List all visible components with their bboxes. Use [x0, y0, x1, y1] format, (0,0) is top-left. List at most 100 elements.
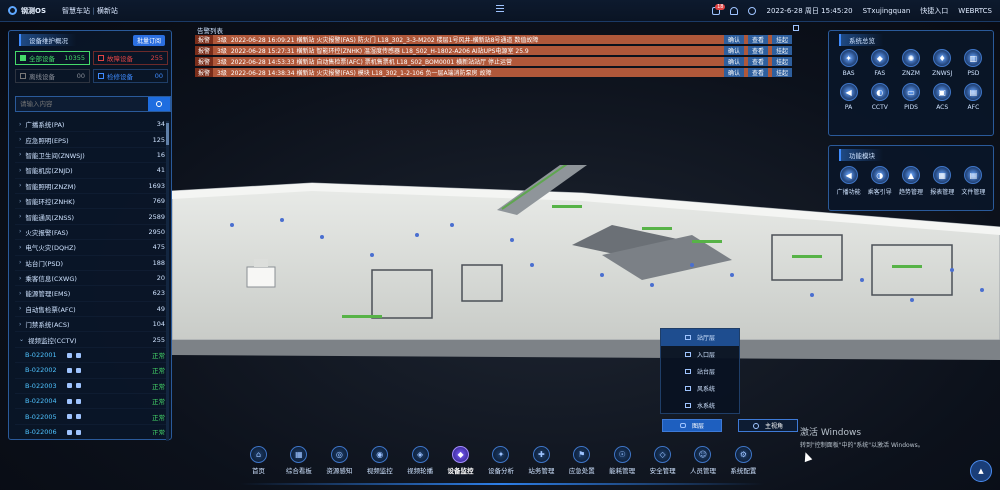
tree-category[interactable]: › 智能卫生间(ZNWSJ) 16 — [15, 148, 167, 164]
play-icon[interactable] — [75, 352, 81, 358]
chevron-right-icon[interactable]: › — [19, 305, 21, 312]
tile-guide[interactable]: ◑ 乘客引导 — [864, 166, 895, 196]
bell-icon[interactable] — [730, 7, 739, 15]
stat-all-devices[interactable]: 全部设备 10355 — [15, 51, 90, 65]
tree-category[interactable]: › 应急照明(EPS) 125 — [15, 132, 167, 148]
chevron-right-icon[interactable]: › — [19, 321, 21, 328]
chevron-right-icon[interactable]: › — [19, 228, 21, 235]
suspend-alarm-button[interactable]: 挂起 — [771, 35, 792, 44]
tile-trend[interactable]: ▲ 趋势管理 — [895, 166, 926, 196]
help-icon[interactable] — [748, 7, 757, 15]
checkbox-icon[interactable] — [98, 73, 104, 79]
suspend-alarm-button[interactable]: 挂起 — [771, 68, 792, 77]
alarm-row[interactable]: 报警 3级 2022-06-28 16:09:21 横新站 火灾报警(FAS) 防火… — [195, 35, 792, 44]
checkbox-icon[interactable] — [20, 73, 26, 79]
tree-device[interactable]: B-022003 正常 — [15, 379, 167, 395]
nav-item[interactable]: ◎ 资源感知 — [321, 446, 358, 484]
camera-icon[interactable] — [66, 429, 72, 435]
camera-icon[interactable] — [66, 383, 72, 389]
menu-grip-icon[interactable] — [496, 5, 504, 12]
chevron-down-icon[interactable]: ⌄ — [19, 336, 24, 343]
tile-lighting[interactable]: ✺ ZNZM — [895, 49, 926, 77]
tree-device[interactable]: B-022002 正常 — [15, 363, 167, 379]
view-alarm-button[interactable]: 查看 — [747, 57, 768, 66]
camera-icon[interactable] — [66, 398, 72, 404]
chevron-right-icon[interactable]: › — [19, 213, 21, 220]
tree-category[interactable]: › 火灾报警(FAS) 2950 — [15, 225, 167, 241]
layer-button[interactable]: 图层 — [662, 419, 722, 432]
tree-category[interactable]: › 电气火灾(DQHZ) 475 — [15, 240, 167, 256]
nav-item[interactable]: ☺ 人员管理 — [684, 446, 721, 484]
nav-item[interactable]: ◈ 视频轮播 — [402, 446, 439, 484]
view-alarm-button[interactable]: 查看 — [747, 35, 768, 44]
nav-item[interactable]: ☉ 能耗管理 — [604, 446, 641, 484]
play-icon[interactable] — [75, 414, 81, 420]
chevron-right-icon[interactable]: › — [19, 244, 21, 251]
tile-restroom[interactable]: ♦ ZNWSJ — [927, 49, 958, 77]
confirm-alarm-button[interactable]: 确认 — [723, 57, 744, 66]
alarm-row[interactable]: 报警 3级 2022-06-28 14:38:34 横新站 火灾报警(FAS) 模块… — [195, 68, 792, 77]
checkbox-icon[interactable] — [20, 55, 26, 61]
tile-platform-door[interactable]: ▥ PSD — [958, 49, 989, 77]
tree-category[interactable]: ⌄ 视频监控(CCTV) 255 — [15, 332, 167, 348]
tile-report[interactable]: ▦ 报表管理 — [927, 166, 958, 196]
tree-scrollbar[interactable] — [166, 121, 169, 441]
checkbox-icon[interactable] — [98, 55, 104, 61]
chevron-right-icon[interactable]: › — [19, 167, 21, 174]
alarm-row[interactable]: 报警 3级 2022-06-28 14:53:33 横新站 自动售检票(AFC) 票… — [195, 57, 792, 66]
tree-category[interactable]: › 智能通风(ZNSS) 2589 — [15, 209, 167, 225]
tree-device[interactable]: B-022001 正常 — [15, 348, 167, 364]
chevron-right-icon[interactable]: › — [19, 182, 21, 189]
tree-category[interactable]: › 广播系统(PA) 34 — [15, 117, 167, 133]
suspend-alarm-button[interactable]: 挂起 — [771, 57, 792, 66]
chevron-right-icon[interactable]: › — [19, 275, 21, 282]
tile-broadcast[interactable]: ◀ PA — [833, 83, 864, 111]
chevron-right-icon[interactable]: › — [19, 198, 21, 205]
camera-icon[interactable] — [66, 414, 72, 420]
tree-category[interactable]: › 自动售检票(AFC) 49 — [15, 302, 167, 318]
stat-faulty-devices[interactable]: 故障设备 255 — [93, 51, 168, 65]
stat-maintenance-devices[interactable]: 检修设备 00 — [93, 69, 168, 83]
message-icon[interactable]: 18 — [712, 4, 726, 15]
play-icon[interactable] — [75, 367, 81, 373]
tile-camera[interactable]: ◐ CCTV — [864, 83, 895, 111]
layer-option[interactable]: 站台层 — [661, 363, 739, 380]
tree-category[interactable]: › 能源管理(EMS) 623 — [15, 286, 167, 302]
layer-option[interactable]: 站厅层 — [661, 329, 739, 346]
alarm-row[interactable]: 报警 3级 2022-06-28 15:27:31 横新站 智能环控(ZNHK) 温… — [195, 46, 792, 55]
chevron-right-icon[interactable]: › — [19, 121, 21, 128]
tree-category[interactable]: › 智能环控(ZNHK) 769 — [15, 194, 167, 210]
batch-subscribe-button[interactable]: 批量订阅 — [132, 35, 165, 46]
tree-category[interactable]: › 乘客信息(CXWG) 20 — [15, 271, 167, 287]
main-view-button[interactable]: 主视角 — [738, 419, 798, 432]
device-search-input[interactable] — [16, 97, 148, 111]
tile-ticket[interactable]: ▤ AFC — [958, 83, 989, 111]
chevron-right-icon[interactable]: › — [19, 290, 21, 297]
confirm-alarm-button[interactable]: 确认 — [723, 35, 744, 44]
tree-category[interactable]: › 门禁系统(ACS) 104 — [15, 317, 167, 333]
nav-item[interactable]: ⚙ 系统配置 — [725, 446, 762, 484]
nav-item[interactable]: ◇ 安全管理 — [644, 446, 681, 484]
camera-icon[interactable] — [66, 352, 72, 358]
quick-entry-menu[interactable]: 快捷入口 — [920, 6, 948, 16]
tile-bas[interactable]: ✦ BAS — [833, 49, 864, 77]
tile-fire-alarm[interactable]: ◆ FAS — [864, 49, 895, 77]
tile-display[interactable]: ▭ PIDS — [895, 83, 926, 111]
confirm-alarm-button[interactable]: 确认 — [723, 46, 744, 55]
nav-item[interactable]: ⌂ 首页 — [240, 446, 277, 484]
nav-item[interactable]: ⚑ 应急处置 — [563, 446, 600, 484]
tile-access-control[interactable]: ▣ ACS — [927, 83, 958, 111]
tree-device[interactable]: B-022004 正常 — [15, 394, 167, 410]
nav-item[interactable]: ◉ 视频监控 — [361, 446, 398, 484]
compass-icon[interactable]: ▲ — [970, 460, 992, 482]
breadcrumb-station-name[interactable]: 横新站 — [97, 7, 118, 15]
system-name[interactable]: WEBRTCS — [958, 7, 992, 15]
layer-option[interactable]: 入口层 — [661, 346, 739, 363]
nav-item[interactable]: ✚ 站务管理 — [523, 446, 560, 484]
layer-option[interactable]: 风系统 — [661, 380, 739, 397]
layer-option[interactable]: 水系统 — [661, 397, 739, 414]
view-alarm-button[interactable]: 查看 — [747, 46, 768, 55]
nav-item[interactable]: ◆ 设备监控 — [442, 446, 479, 484]
play-icon[interactable] — [75, 429, 81, 435]
play-icon[interactable] — [75, 398, 81, 404]
